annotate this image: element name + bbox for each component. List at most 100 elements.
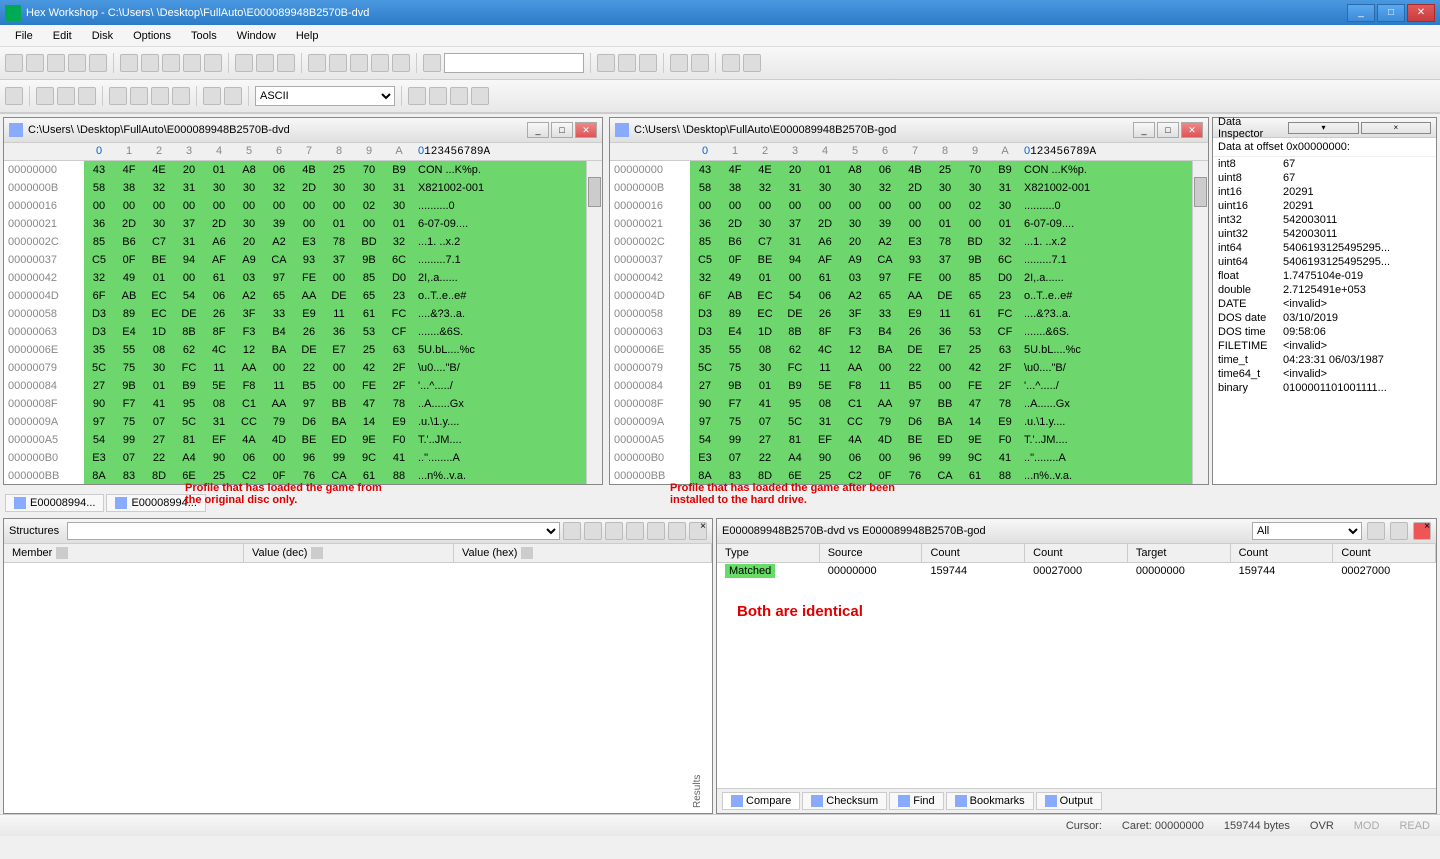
ascii-text[interactable]: .."........A [1020, 449, 1208, 467]
hex-byte[interactable]: C7 [144, 233, 174, 251]
hex-byte[interactable]: FE [960, 377, 990, 395]
hex-byte[interactable]: 27 [750, 431, 780, 449]
hex-byte[interactable]: FC [990, 305, 1020, 323]
col-value-dec[interactable]: Value (dec) [244, 544, 454, 562]
hex-byte[interactable]: 90 [810, 449, 840, 467]
hex-byte[interactable]: 65 [264, 287, 294, 305]
hex-byte[interactable]: 00 [930, 377, 960, 395]
hex-byte[interactable]: 31 [780, 179, 810, 197]
hex-byte[interactable]: E3 [84, 449, 114, 467]
hex-byte[interactable]: EC [750, 305, 780, 323]
hex-byte[interactable]: 99 [720, 431, 750, 449]
toolbar-icon[interactable] [597, 54, 615, 72]
hex-byte[interactable]: F8 [840, 377, 870, 395]
hex-byte[interactable]: 2F [990, 359, 1020, 377]
inspector-row[interactable]: double2.7125491e+053 [1213, 283, 1436, 297]
hex-row[interactable]: 00000037C50FBE94AFA9CA93379B6C.........7… [610, 251, 1208, 269]
hex-byte[interactable]: 00 [810, 197, 840, 215]
hex-row[interactable]: 0000009A9775075C31CC79D6BA14E9.u.\1.y...… [610, 413, 1208, 431]
hex-byte[interactable]: 0F [114, 251, 144, 269]
hex-byte[interactable]: 01 [810, 161, 840, 179]
hex-byte[interactable]: 41 [144, 395, 174, 413]
hex-byte[interactable]: AA [900, 287, 930, 305]
hex-byte[interactable]: 93 [294, 251, 324, 269]
hex-byte[interactable]: 25 [324, 161, 354, 179]
hex-byte[interactable]: 78 [930, 233, 960, 251]
hex-byte[interactable]: 06 [870, 161, 900, 179]
hex-byte[interactable]: 32 [690, 269, 720, 287]
inspector-row[interactable]: uint32542003011 [1213, 227, 1436, 241]
hex-byte[interactable]: A8 [840, 161, 870, 179]
hex-row[interactable]: 000000B0E30722A490060096999C41..".......… [610, 449, 1208, 467]
hex-byte[interactable]: 6C [990, 251, 1020, 269]
toolbar-icon[interactable] [277, 54, 295, 72]
hex-byte[interactable]: 03 [840, 269, 870, 287]
ascii-text[interactable]: '...^...../ [414, 377, 602, 395]
hex-byte[interactable]: 00 [144, 197, 174, 215]
ascii-text[interactable]: .........7.1 [1020, 251, 1208, 269]
ascii-text[interactable]: X821002-001 [414, 179, 602, 197]
inspector-row[interactable]: DOS time09:58:06 [1213, 325, 1436, 339]
hex-byte[interactable]: 00 [324, 359, 354, 377]
hex-byte[interactable]: D6 [900, 413, 930, 431]
hex-byte[interactable]: 00 [930, 359, 960, 377]
hex-byte[interactable]: 6F [84, 287, 114, 305]
results-col-header[interactable]: Source [820, 544, 923, 562]
toolbar-icon[interactable] [308, 54, 326, 72]
hex-byte[interactable]: 11 [930, 305, 960, 323]
hex-row[interactable]: 0000004D6FABEC5406A265AADE6523o..T..e..e… [4, 287, 602, 305]
hex-byte[interactable]: FE [354, 377, 384, 395]
toolbar-icon[interactable] [350, 54, 368, 72]
hex-byte[interactable]: 08 [750, 341, 780, 359]
hex-byte[interactable]: 00 [750, 197, 780, 215]
hex-row[interactable]: 00000021362D30372D3039000100016-07-09...… [4, 215, 602, 233]
inspector-row[interactable]: uint1620291 [1213, 199, 1436, 213]
results-tab-find[interactable]: Find [889, 792, 943, 810]
hex-byte[interactable]: 35 [84, 341, 114, 359]
hex-byte[interactable]: DE [900, 341, 930, 359]
ascii-text[interactable]: .......&6S. [414, 323, 602, 341]
hex-byte[interactable]: 3F [840, 305, 870, 323]
toolbar-icon[interactable] [120, 54, 138, 72]
hex-byte[interactable]: 08 [144, 341, 174, 359]
hex-byte[interactable]: D3 [84, 305, 114, 323]
hex-row[interactable]: 0000002C85B6C731A620A2E378BD32...1. ..x.… [610, 233, 1208, 251]
hex-byte[interactable]: 94 [780, 251, 810, 269]
hex-byte[interactable]: 23 [990, 287, 1020, 305]
hex-byte[interactable]: 00 [264, 197, 294, 215]
toolbar-icon[interactable] [162, 54, 180, 72]
file-tab[interactable]: E00008994... [5, 494, 104, 512]
hex-byte[interactable]: 01 [144, 377, 174, 395]
inspector-row[interactable]: int1620291 [1213, 185, 1436, 199]
hex-byte[interactable]: AA [294, 287, 324, 305]
hex-byte[interactable]: DE [324, 287, 354, 305]
hex-byte[interactable]: 99 [930, 449, 960, 467]
hex-byte[interactable]: 0F [720, 251, 750, 269]
hex-byte[interactable]: 54 [780, 287, 810, 305]
hex-byte[interactable]: 3F [234, 305, 264, 323]
hex-byte[interactable]: 62 [174, 341, 204, 359]
hex-byte[interactable]: 30 [960, 179, 990, 197]
ascii-text[interactable]: CON ...K%p. [1020, 161, 1208, 179]
hex-byte[interactable]: FC [174, 359, 204, 377]
toolbar-icon[interactable] [647, 522, 665, 540]
hex-byte[interactable]: E9 [294, 305, 324, 323]
hex-byte[interactable]: 8B [174, 323, 204, 341]
hex-byte[interactable]: 32 [384, 233, 414, 251]
hex-byte[interactable]: 42 [354, 359, 384, 377]
toolbar-icon[interactable] [605, 522, 623, 540]
hex-byte[interactable]: 9E [960, 431, 990, 449]
hex-byte[interactable]: 25 [960, 341, 990, 359]
nav-prev-icon[interactable] [429, 87, 447, 105]
hex-byte[interactable]: 07 [720, 449, 750, 467]
menu-help[interactable]: Help [286, 27, 329, 45]
ascii-text[interactable]: 2I,.a...... [414, 269, 602, 287]
pane-minimize-button[interactable]: _ [1133, 122, 1155, 138]
hex-byte[interactable]: 27 [144, 431, 174, 449]
hex-byte[interactable]: 4E [750, 161, 780, 179]
hex-byte[interactable]: 00 [294, 197, 324, 215]
hex-byte[interactable]: 00 [174, 197, 204, 215]
toolbar-icon[interactable] [130, 87, 148, 105]
hex-byte[interactable]: 06 [234, 449, 264, 467]
hex-byte[interactable]: 76 [294, 467, 324, 484]
